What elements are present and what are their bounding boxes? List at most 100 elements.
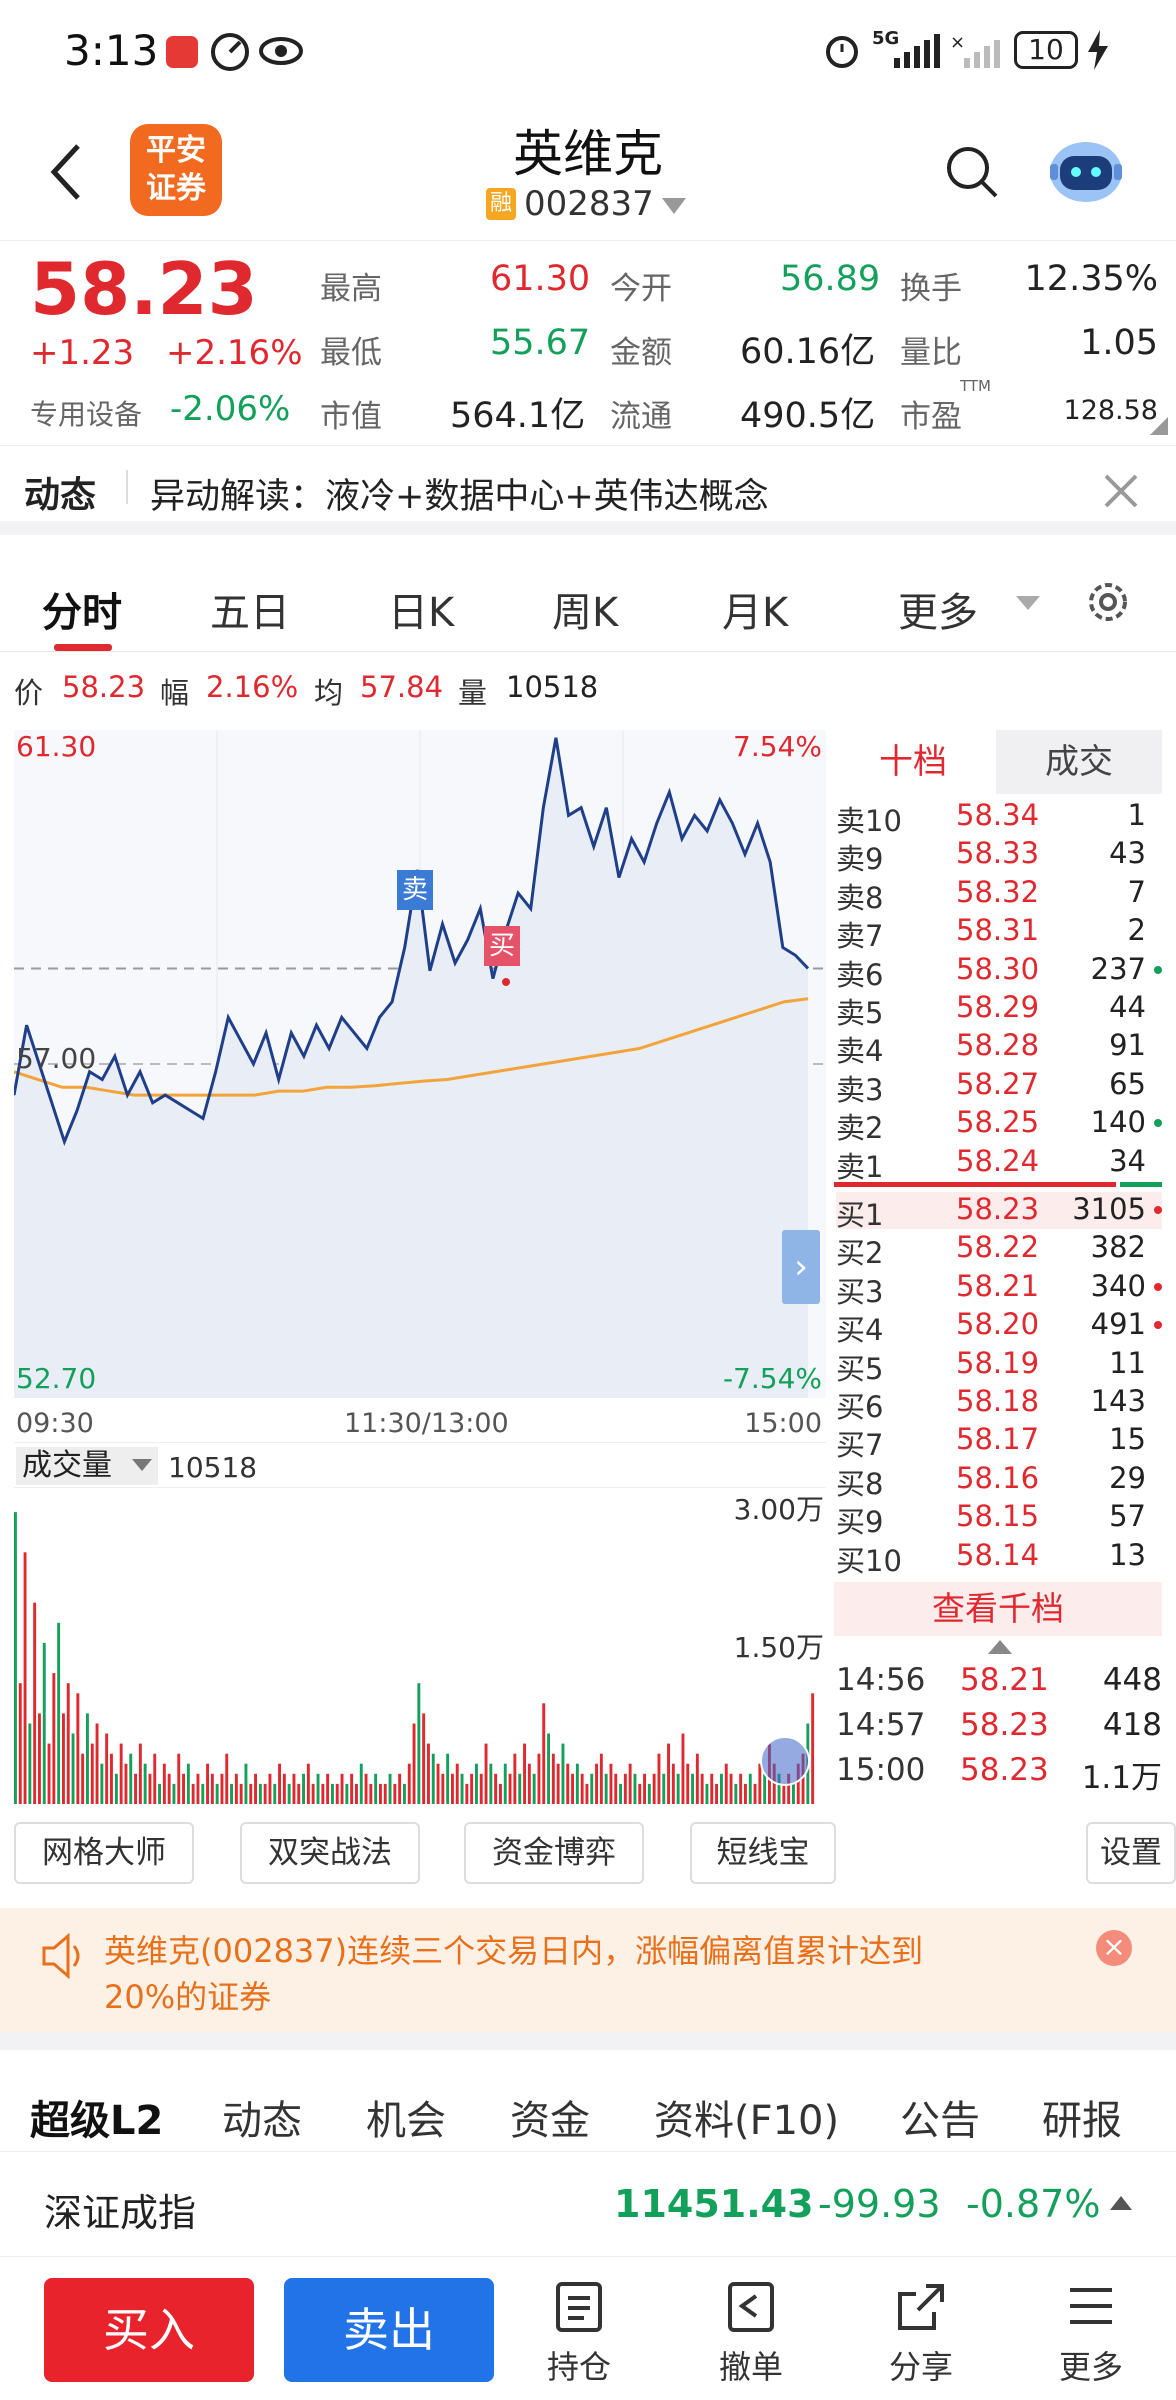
tab-daily-k[interactable]: 日K (388, 580, 454, 638)
collapse-up-icon[interactable] (988, 1640, 1012, 1654)
margin-badge: 融 (486, 188, 516, 220)
bids-row[interactable]: 买7 58.17 15 (836, 1422, 1162, 1462)
volume-bar (508, 1773, 512, 1804)
asks-row[interactable]: 卖5 58.29 44 (836, 990, 1162, 1030)
volume-chart[interactable]: 3.00万 1.50万 (14, 1488, 826, 1804)
tab-more[interactable]: 更多 (898, 580, 978, 638)
volume-bar (388, 1773, 392, 1804)
volume-bar (638, 1783, 642, 1804)
bids-row[interactable]: 买9 58.15 57 (836, 1499, 1162, 1539)
tab-weekly-k[interactable]: 周K (552, 580, 618, 638)
volume-bar (590, 1773, 594, 1804)
capital-game-button[interactable]: 资金博弈 (464, 1822, 644, 1884)
volume-bar (417, 1683, 421, 1804)
dropdown-arrow-icon[interactable] (662, 198, 686, 216)
news-bar[interactable]: 动态 异动解读：液冷+数据中心+英伟达概念 (0, 445, 1176, 535)
index-ticker[interactable]: 深证成指 11451.43 -99.93 -0.87% (0, 2152, 1176, 2257)
volume-bar (575, 1763, 579, 1804)
bids-row[interactable]: 买2 58.22 382 (836, 1230, 1162, 1270)
tab-super-l2[interactable]: 超级L2 (30, 2088, 163, 2146)
volume-bar (412, 1723, 416, 1804)
back-arrow-icon[interactable] (46, 142, 86, 202)
robot-assistant-icon[interactable] (1046, 132, 1126, 208)
warning-line2: 20%的证券 (104, 1978, 272, 2016)
volume-bar (167, 1773, 171, 1804)
double-break-button[interactable]: 双突战法 (240, 1822, 420, 1884)
tools-settings-button[interactable]: 设置 (1086, 1822, 1176, 1884)
asks-row[interactable]: 卖1 58.24 34 (836, 1144, 1162, 1184)
floating-fullscreen-icon[interactable] (760, 1736, 810, 1786)
bids-row[interactable]: 买6 58.18 143 (836, 1384, 1162, 1424)
more-dropdown-icon[interactable] (1016, 596, 1040, 612)
tab-announcements[interactable]: 公告 (900, 2088, 980, 2146)
tab-intraday[interactable]: 分时 (42, 580, 122, 638)
volume-bar (451, 1773, 454, 1804)
chart-tabs: 分时 五日 日K 周K 月K 更多 (0, 550, 1176, 652)
asks-price: 58.30 (956, 951, 1040, 986)
volume-bar (153, 1753, 157, 1804)
expand-up-icon[interactable] (1110, 2196, 1132, 2212)
bids-row[interactable]: 买3 58.21 340 (836, 1269, 1162, 1309)
settings-gear-icon[interactable] (1084, 578, 1132, 626)
cancel-order-button[interactable]: 撤单 (696, 2280, 806, 2388)
bids-volume: 29 (1109, 1460, 1146, 1495)
warning-close-icon[interactable]: × (1096, 1930, 1132, 1966)
view-thousand-levels-button[interactable]: 查看千档 (834, 1582, 1162, 1636)
volume-bar (700, 1773, 704, 1804)
volume-bar (441, 1773, 445, 1804)
asks-row[interactable]: 卖3 58.27 65 (836, 1067, 1162, 1107)
volume-bar (532, 1773, 536, 1804)
bids-level-label: 买8 (836, 1466, 884, 1501)
bids-price: 58.20 (956, 1307, 1040, 1342)
x-label-end: 15:00 (744, 1408, 822, 1439)
bids-row[interactable]: 买8 58.16 29 (836, 1460, 1162, 1501)
tab-research[interactable]: 研报 (1042, 2088, 1122, 2146)
bids-row[interactable]: 买1 58.23 3105 (836, 1192, 1162, 1232)
intraday-chart[interactable]: 61.30 57.00 52.70 7.54% -7.54% › 卖 买 (12, 730, 826, 1398)
bids-row[interactable]: 买5 58.19 11 (836, 1346, 1162, 1386)
tab-news[interactable]: 动态 (222, 2088, 302, 2146)
tab-five-day[interactable]: 五日 (210, 580, 290, 638)
tab-capital[interactable]: 资金 (510, 2088, 590, 2146)
asks-row[interactable]: 卖4 58.28 91 (836, 1028, 1162, 1068)
bids-price: 58.16 (956, 1460, 1040, 1495)
short-line-button[interactable]: 短线宝 (690, 1822, 836, 1884)
asks-row[interactable]: 卖7 58.31 2 (836, 913, 1162, 953)
volume-bar (95, 1723, 99, 1804)
bids-row[interactable]: 买4 58.20 491 (836, 1307, 1162, 1347)
sector-name[interactable]: 专用设备 (30, 393, 142, 433)
mktcap-value: 564.1亿 (450, 396, 586, 436)
bids-volume: 15 (1109, 1422, 1146, 1457)
tab-f10[interactable]: 资料(F10) (654, 2088, 839, 2146)
holdings-button[interactable]: 持仓 (524, 2280, 634, 2388)
bids-price: 58.15 (956, 1499, 1040, 1534)
close-icon[interactable] (1104, 474, 1138, 508)
volume-bar (201, 1783, 205, 1804)
search-icon[interactable] (944, 144, 1000, 200)
tab-monthly-k[interactable]: 月K (722, 580, 788, 638)
sell-marker[interactable]: 卖 (397, 870, 433, 910)
volume-bar (282, 1773, 286, 1804)
book-tab-trades[interactable]: 成交 (996, 730, 1162, 794)
share-button[interactable]: 分享 (866, 2280, 976, 2388)
broker-logo[interactable]: 平安 证券 (130, 124, 222, 216)
book-tab-ten[interactable]: 十档 (830, 730, 996, 794)
asks-row[interactable]: 卖2 58.25 140 (836, 1105, 1162, 1145)
volume-dropdown-icon[interactable] (132, 1459, 152, 1473)
sell-button[interactable]: 卖出 (284, 2278, 494, 2382)
bids-row[interactable]: 买10 58.14 13 (836, 1538, 1162, 1578)
asks-row[interactable]: 卖10 58.34 1 (836, 798, 1162, 838)
tab-opportunity[interactable]: 机会 (366, 2088, 446, 2146)
volume-bar (647, 1783, 651, 1804)
asks-row[interactable]: 卖9 58.33 43 (836, 836, 1162, 876)
buy-marker[interactable]: 买 (484, 926, 520, 966)
speaker-icon (42, 1932, 80, 1980)
asks-row[interactable]: 卖6 58.30 237 (836, 951, 1162, 992)
expand-panel-button[interactable]: › (782, 1230, 820, 1304)
more-button[interactable]: 更多 (1036, 2280, 1146, 2388)
buy-button[interactable]: 买入 (44, 2278, 254, 2382)
index-value: 11451.43 (614, 2182, 814, 2226)
asks-row[interactable]: 卖8 58.32 7 (836, 875, 1162, 915)
volume-bar (162, 1763, 166, 1804)
grid-master-button[interactable]: 网格大师 (14, 1822, 194, 1884)
